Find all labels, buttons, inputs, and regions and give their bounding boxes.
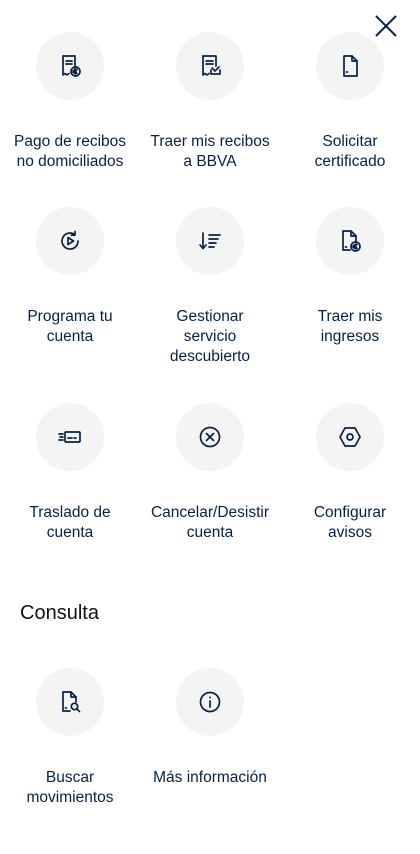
option-gestionar-descubierto[interactable]: Gestionar servicio descubierto [140, 207, 280, 367]
option-label: Cancelar/Desistir cuenta [150, 504, 269, 541]
option-traer-ingresos[interactable]: Traer mis ingresos [280, 207, 420, 347]
option-icon-circle [36, 32, 104, 100]
option-icon-circle [316, 403, 384, 471]
receipt-import-icon [202, 55, 221, 76]
close-icon [375, 15, 397, 37]
section-title-consulta: Consulta [20, 602, 99, 624]
option-icon-circle [176, 32, 244, 100]
option-solicitar-certificado[interactable]: Solicitar certificado [280, 32, 420, 172]
close-button[interactable] [370, 10, 402, 42]
info-icon [199, 691, 221, 713]
option-icon-circle [316, 207, 384, 275]
option-buscar-movimientos[interactable]: Buscar movimientos [0, 668, 140, 808]
document-euro-icon [342, 230, 361, 252]
option-icon-circle [36, 403, 104, 471]
option-label: Traer mis ingresos [317, 308, 383, 345]
option-icon-circle [36, 207, 104, 275]
receipt-euro-icon [62, 55, 81, 77]
option-label: Traslado de cuenta [29, 504, 111, 541]
option-label: Configurar avisos [313, 504, 387, 541]
option-label: Pago de recibos no domiciliados [13, 133, 127, 170]
option-icon-circle [316, 32, 384, 100]
settings-hexagon-icon [339, 427, 361, 447]
sort-list-icon [199, 232, 221, 250]
option-icon-circle [176, 668, 244, 736]
card-transfer-icon [58, 431, 81, 443]
option-label: Solicitar certificado [314, 133, 386, 170]
document-search-icon [62, 691, 81, 713]
option-icon-circle [176, 207, 244, 275]
option-cancelar-cuenta[interactable]: Cancelar/Desistir cuenta [140, 403, 280, 543]
options-screen: Pago de recibos no domiciliados Traer mi… [0, 0, 420, 854]
option-label: Más información [153, 769, 267, 786]
option-mas-informacion[interactable]: Más información [140, 668, 280, 788]
schedule-refresh-icon [61, 230, 79, 250]
document-icon [343, 55, 358, 77]
option-icon-circle [176, 403, 244, 471]
option-label: Traer mis recibos a BBVA [150, 133, 270, 170]
option-configurar-avisos[interactable]: Configurar avisos [280, 403, 420, 543]
cancel-circle-icon [199, 426, 221, 448]
option-programa-cuenta[interactable]: Programa tu cuenta [0, 207, 140, 347]
option-traslado-cuenta[interactable]: Traslado de cuenta [0, 403, 140, 543]
option-traer-recibos[interactable]: Traer mis recibos a BBVA [140, 32, 280, 172]
option-label: Programa tu cuenta [27, 308, 113, 345]
option-label: Buscar movimientos [26, 769, 114, 806]
option-label: Gestionar servicio descubierto [169, 308, 251, 365]
option-pago-recibos[interactable]: Pago de recibos no domiciliados [0, 32, 140, 172]
option-icon-circle [36, 668, 104, 736]
